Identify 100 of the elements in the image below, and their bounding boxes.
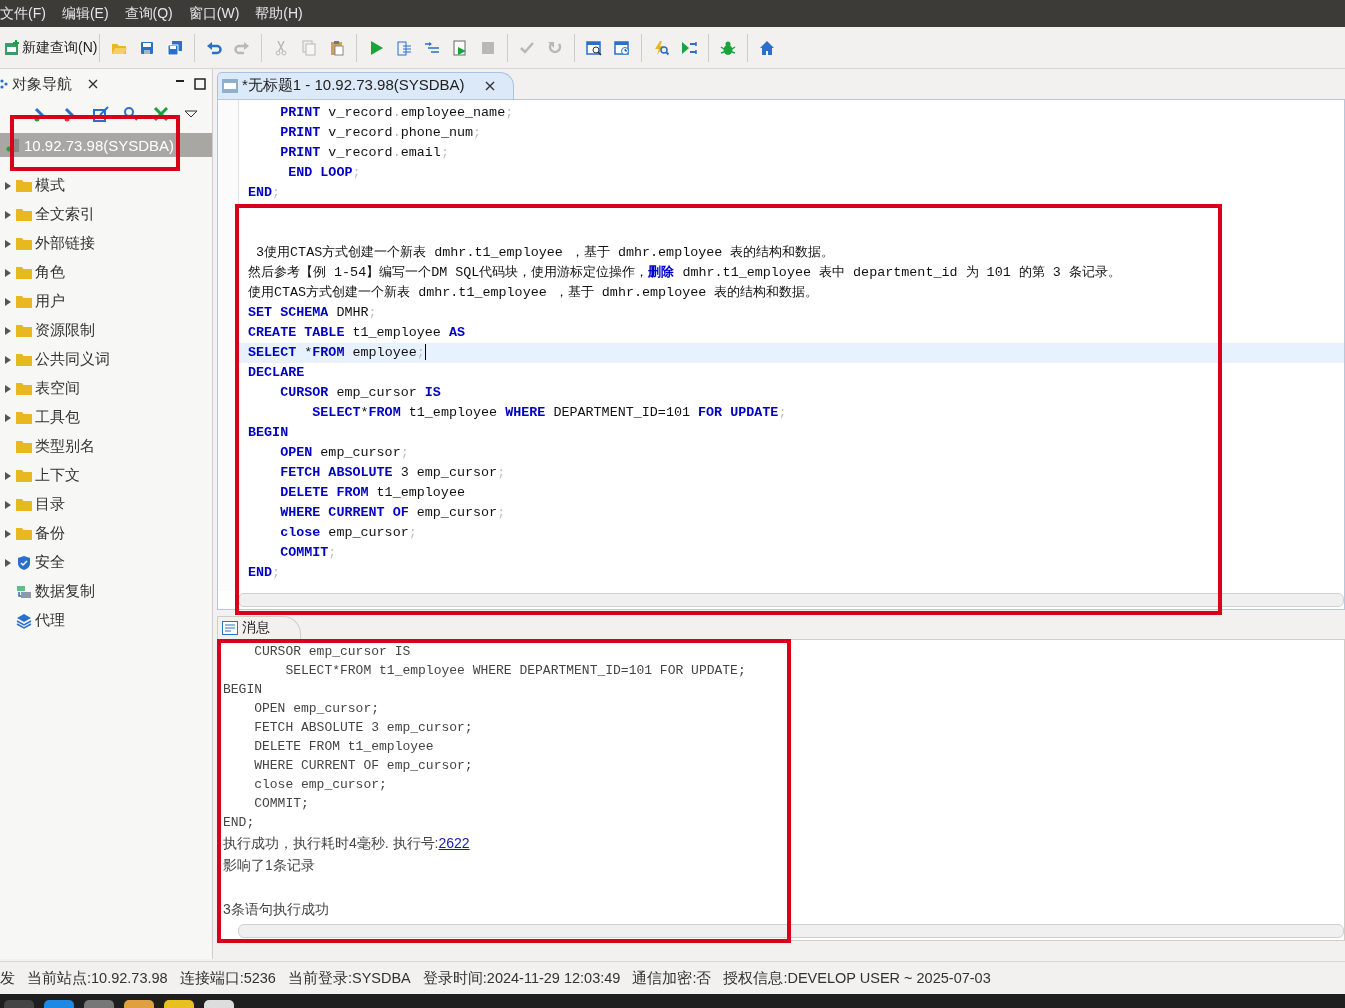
code-line: PRINT v_record.phone_num; [279, 124, 483, 142]
message-line: WHERE CURRENT OF emp_cursor; [253, 757, 474, 775]
tree-item[interactable]: 全文索引 [0, 200, 212, 229]
expand-arrow-icon[interactable] [3, 470, 13, 481]
folder-icon [16, 208, 32, 221]
message-line: SELECT*FROM t1_employee WHERE DEPARTMENT_ID=101 FOR UPDATE; [284, 662, 747, 680]
code-line: BEGIN [247, 424, 290, 442]
folder-icon [16, 469, 32, 482]
folder-icon [16, 440, 32, 453]
code-line: DELETE FROM t1_employee [279, 484, 466, 502]
message-line: 3条语句执行成功 [223, 900, 330, 919]
expand-arrow-icon[interactable] [3, 354, 13, 365]
code-line: OPEN emp_cursor; [279, 444, 410, 462]
tree-item[interactable]: 备份 [0, 519, 212, 548]
tree-item[interactable]: 用户 [0, 287, 212, 316]
folder-icon [16, 266, 32, 279]
message-line: FETCH ABSOLUTE 3 emp_cursor; [253, 719, 474, 737]
horizontal-scrollbar[interactable] [238, 924, 1344, 938]
taskbar-icon[interactable] [124, 1000, 154, 1008]
status-text: 登录时间:2024-11-29 12:03:49 [422, 968, 621, 988]
tree-item[interactable]: 代理 [0, 606, 212, 635]
list-icon [222, 621, 238, 635]
code-line: 使用CTAS方式创建一个新表 dmhr.t1_employee ，基于 dmhr.employee 表的结构和数据。 [247, 284, 820, 302]
folder-icon [16, 498, 32, 511]
code-line: DECLARE [247, 364, 306, 382]
shield-icon [16, 554, 32, 571]
message-line: DELETE FROM t1_employee [253, 738, 435, 756]
expand-arrow-icon[interactable] [3, 325, 13, 336]
expand-arrow-icon[interactable] [3, 557, 13, 568]
tree-item[interactable]: 表空间 [0, 374, 212, 403]
code-line: END; [247, 184, 282, 202]
code-line: SET SCHEMA DMHR; [247, 304, 378, 322]
expand-arrow-icon[interactable] [3, 296, 13, 307]
code-line: 3使用CTAS方式创建一个新表 dmhr.t1_employee ，基于 dmhr.employee 表的结构和数据。 [255, 244, 836, 262]
new-query-button[interactable]: 新建查询(N) [2, 36, 100, 59]
execution-id-link[interactable]: 2622 [438, 835, 470, 851]
menu-item[interactable]: 窗口(W) [180, 4, 248, 23]
code-line: PRINT v_record.email; [279, 144, 450, 162]
code-line: close emp_cursor; [279, 524, 418, 542]
folder-icon [16, 353, 32, 366]
tree-item[interactable]: 外部链接 [0, 229, 212, 258]
expand-arrow-icon[interactable] [3, 528, 13, 539]
editor-tab[interactable]: *无标题1 - 10.92.73.98(SYSDBA) [217, 72, 514, 99]
tree-item[interactable]: 模式 [0, 171, 212, 200]
status-text: 当前登录:SYSDBA [287, 968, 411, 988]
status-text: 授权信息:DEVELOP USER ~ 2025-07-03 [723, 968, 991, 988]
message-line: COMMIT; [253, 795, 310, 813]
folder-icon [16, 411, 32, 424]
server-icon [6, 137, 20, 153]
tree-item[interactable]: 数据复制 [0, 577, 212, 606]
code-line: PRINT v_record.employee_name; [279, 104, 515, 122]
status-text: 连接端口:5236 [179, 968, 276, 988]
status-text: 当前站点:10.92.73.98 [27, 968, 168, 988]
sql-file-icon [4, 39, 20, 56]
taskbar-icon[interactable] [204, 1000, 234, 1008]
tree-item[interactable]: 上下文 [0, 461, 212, 490]
tree-item[interactable]: 公共同义词 [0, 345, 212, 374]
tree-item[interactable]: 安全 [0, 548, 212, 577]
edit-icon[interactable] [90, 103, 112, 125]
expand-arrow-icon[interactable] [3, 383, 13, 394]
message-line: 影响了1条记录 [223, 856, 316, 875]
layers-icon [16, 612, 32, 629]
code-line: END LOOP; [287, 164, 362, 182]
code-line: CURSOR emp_cursor IS [279, 384, 442, 402]
menu-item[interactable]: 帮助(H) [247, 4, 311, 23]
dots-icon [0, 78, 8, 90]
message-line: CURSOR emp_cursor IS [253, 643, 412, 661]
menu-item[interactable]: 编辑(E) [53, 4, 117, 23]
sql-file-icon [222, 78, 238, 93]
menu-item[interactable]: 查询(Q) [116, 4, 181, 23]
database-icon [16, 583, 32, 600]
status-text: 通信加密:否 [632, 968, 712, 988]
expand-arrow-icon[interactable] [3, 238, 13, 249]
expand-arrow-icon[interactable] [3, 180, 13, 191]
folder-icon [16, 382, 32, 395]
tree-item[interactable]: 目录 [0, 490, 212, 519]
tree-item[interactable]: 工具包 [0, 403, 212, 432]
tree-item[interactable]: 类型别名 [0, 432, 212, 461]
messages-tab[interactable]: 消息 [217, 616, 301, 639]
status-text: 发 [0, 968, 15, 988]
tree-item[interactable]: 角色 [0, 258, 212, 287]
folder-icon [16, 237, 32, 250]
horizontal-scrollbar[interactable] [238, 593, 1344, 607]
maximize-icon[interactable] [194, 78, 206, 90]
expand-arrow-icon[interactable] [3, 499, 13, 510]
message-line: BEGIN [223, 681, 263, 699]
message-line: OPEN emp_cursor; [253, 700, 381, 718]
expand-arrow-icon[interactable] [3, 209, 13, 220]
message-line: close emp_cursor; [253, 776, 388, 794]
menu-item[interactable]: 文件(F) [0, 4, 54, 23]
folder-icon [16, 179, 32, 192]
code-line: SELECT*FROM t1_employee WHERE DEPARTMENT_ID=101 FOR UPDATE; [311, 404, 788, 422]
expand-arrow-icon[interactable] [3, 412, 13, 423]
code-line: END; [247, 564, 282, 582]
code-line: CREATE TABLE t1_employee AS [247, 324, 466, 342]
folder-icon [16, 295, 32, 308]
tree-item[interactable]: 资源限制 [0, 316, 212, 345]
code-line: 然后参考【例 1-54】编写一个DM SQL代码块，使用游标定位操作，删除 dmhr.t1_employee 表中 department_id 为 101 的第 3 条记录。 [247, 264, 1122, 282]
expand-arrow-icon[interactable] [3, 267, 13, 278]
taskbar-icon[interactable] [164, 1000, 194, 1008]
